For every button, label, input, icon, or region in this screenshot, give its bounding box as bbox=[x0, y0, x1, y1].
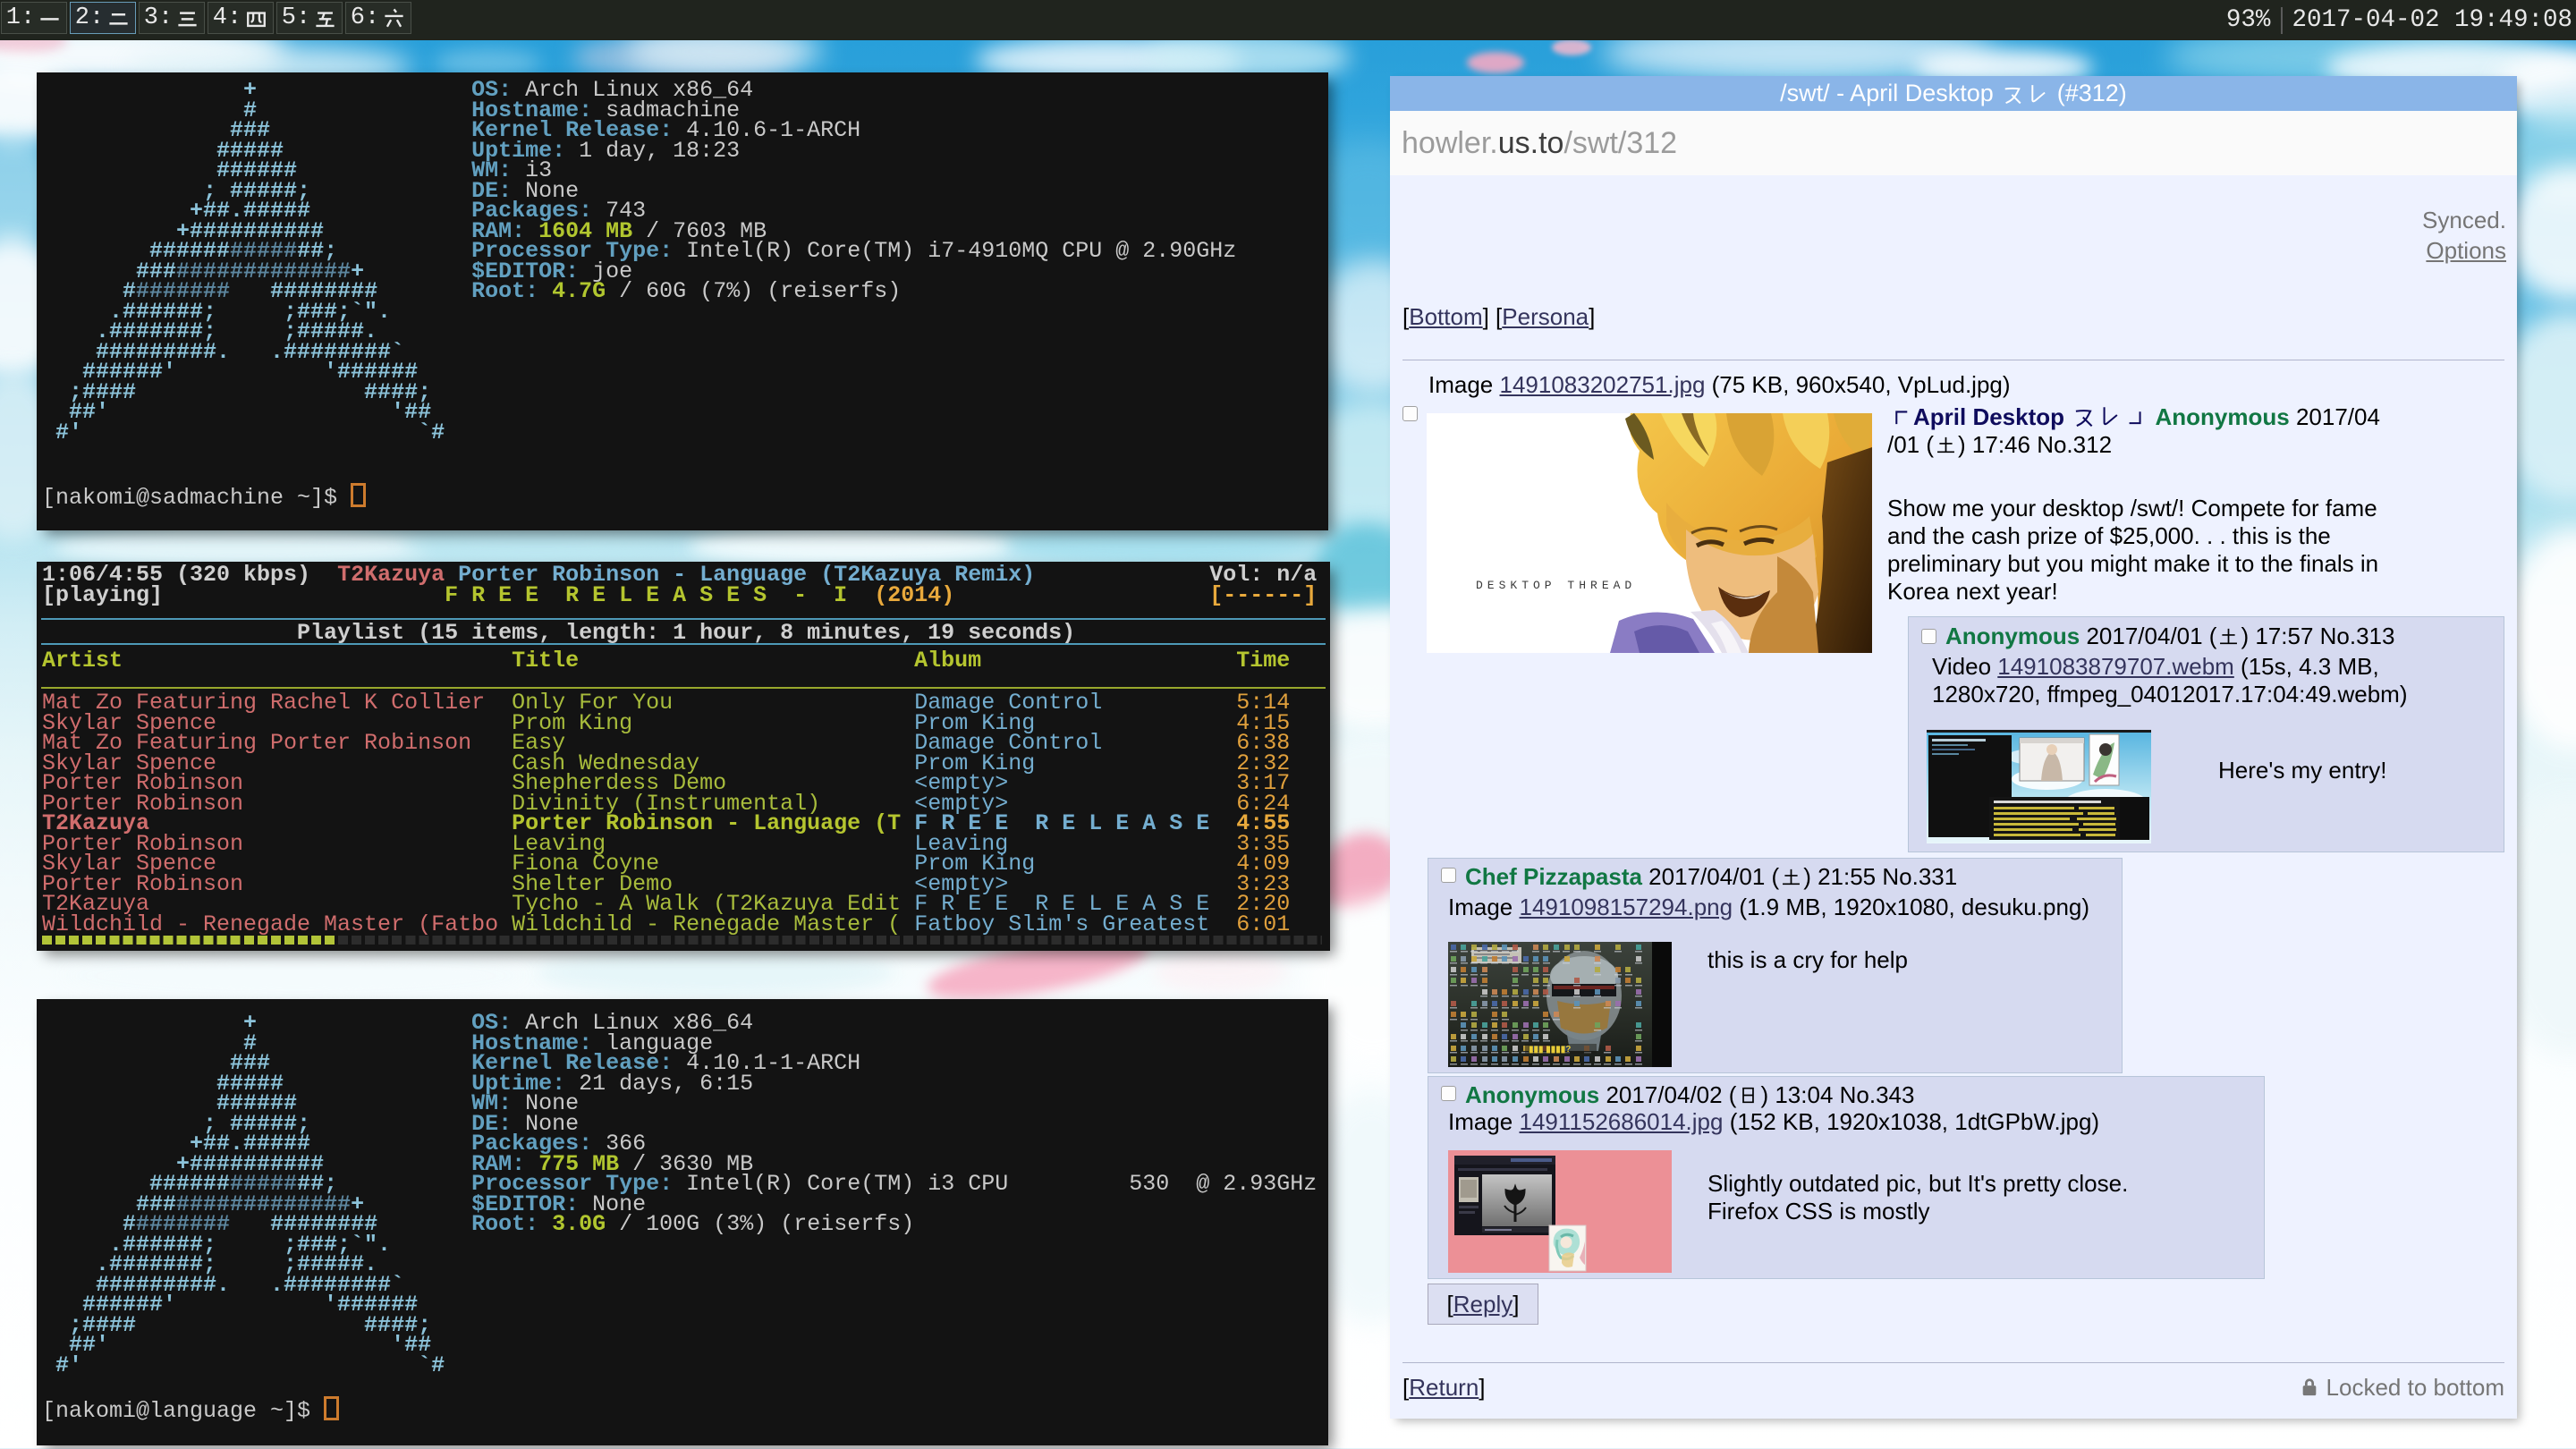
svg-text:▮▮▮ ▮▮▮▮?: ▮▮▮ ▮▮▮▮? bbox=[1529, 1045, 1571, 1055]
svg-text:DESKTOP THREAD: DESKTOP THREAD bbox=[1476, 579, 1636, 592]
